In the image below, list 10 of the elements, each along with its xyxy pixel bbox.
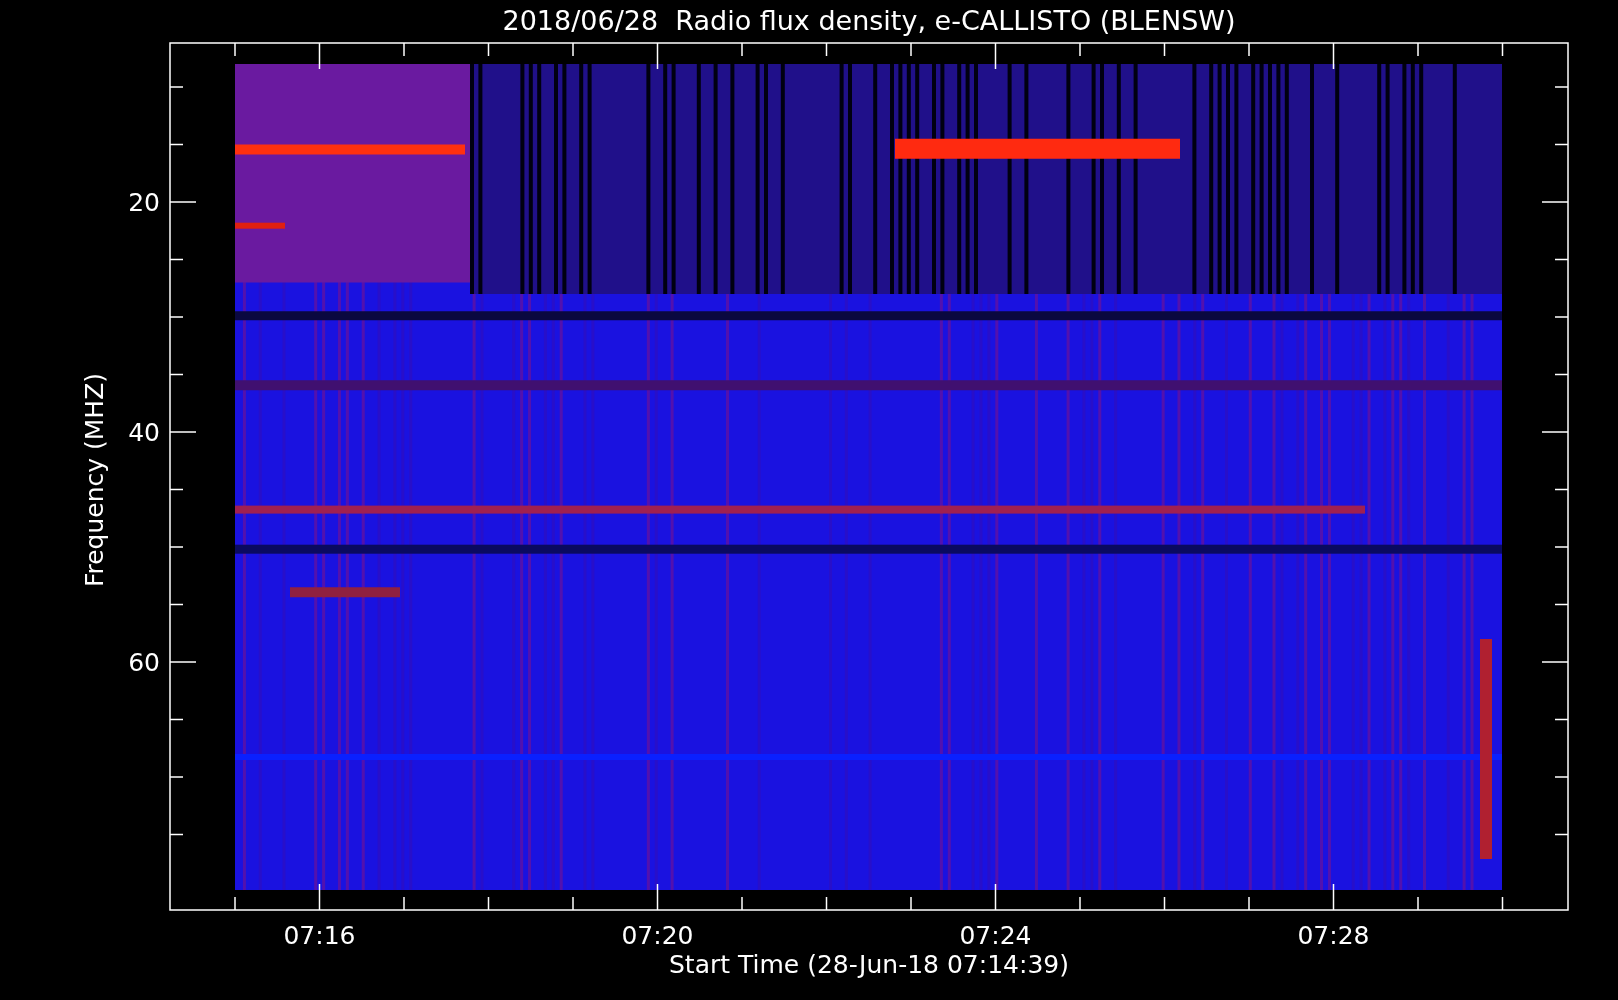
- x-tick-label: 07:24: [959, 921, 1032, 950]
- x-tick-label: 07:28: [1297, 921, 1370, 950]
- plot-title: 2018/06/28 Radio flux density, e-CALLISTO (BLENSW): [502, 5, 1236, 36]
- y-tick-label: 40: [128, 418, 160, 447]
- x-axis-label: Start Time (28-Jun-18 07:14:39): [669, 950, 1069, 979]
- y-axis-label: Frequency (MHZ): [80, 372, 109, 588]
- y-tick-label: 60: [128, 648, 160, 677]
- x-tick-label: 07:20: [621, 921, 694, 950]
- y-tick-label: 20: [128, 188, 160, 217]
- x-tick-label: 07:16: [283, 921, 356, 950]
